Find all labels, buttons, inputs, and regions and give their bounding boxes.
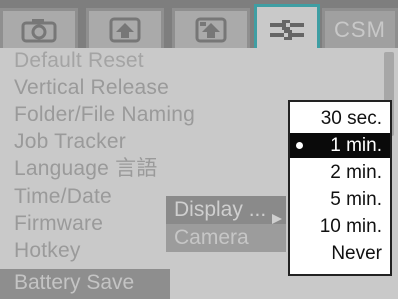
tab-csm[interactable]: CSM: [322, 8, 398, 48]
option-5-min[interactable]: 5 min.: [290, 187, 390, 212]
menu-item-battery-save[interactable]: Battery Save: [0, 269, 170, 299]
menu-item-firmware[interactable]: Firmware: [14, 211, 103, 236]
menu-item-default-reset[interactable]: Default Reset: [14, 48, 144, 73]
tab-playback[interactable]: [86, 8, 164, 48]
menu-item-battery-save-label: Battery Save: [14, 271, 135, 294]
submenu-item-display[interactable]: Display ...: [166, 196, 286, 224]
chevron-right-icon: [272, 214, 282, 224]
menu-tab-bar: CSM: [0, 0, 398, 50]
menu-item-job-tracker[interactable]: Job Tracker: [14, 129, 126, 154]
timeout-options-popup: 30 sec. 1 min. 2 min. 5 min. 10 min. Nev…: [288, 100, 392, 276]
submenu-item-display-label: Display: [174, 198, 243, 221]
wrench-icon: [266, 14, 308, 44]
option-30-sec[interactable]: 30 sec.: [290, 106, 390, 131]
camera-icon: [19, 16, 59, 44]
tab-setup[interactable]: [254, 4, 320, 50]
battery-save-submenu: Display ... Camera: [166, 196, 286, 252]
selected-bullet-icon: [296, 142, 303, 149]
option-2-min[interactable]: 2 min.: [290, 160, 390, 185]
tab-csm-label: CSM: [334, 16, 386, 42]
camera-setup-screen: CSM Default Reset Vertical Release Folde…: [0, 0, 398, 299]
playback-icon: [107, 15, 143, 45]
tab-camera[interactable]: [0, 8, 78, 48]
option-never[interactable]: Never: [290, 241, 390, 266]
submenu-more-indicator: ...: [248, 198, 267, 221]
submenu-item-camera[interactable]: Camera: [166, 224, 286, 252]
menu-item-vertical-release[interactable]: Vertical Release: [14, 75, 169, 100]
option-1-min[interactable]: 1 min.: [290, 133, 390, 158]
menu-item-time-date[interactable]: Time/Date: [14, 184, 112, 209]
menu-item-language[interactable]: Language 言語: [14, 156, 157, 181]
menu-item-folder-file-naming[interactable]: Folder/File Naming: [14, 102, 195, 127]
option-10-min[interactable]: 10 min.: [290, 214, 390, 239]
submenu-item-camera-label: Camera: [174, 226, 249, 249]
tab-playback-alt[interactable]: [172, 8, 250, 48]
playback-alt-icon: [193, 15, 229, 45]
option-1-min-label: 1 min.: [330, 135, 382, 156]
menu-item-hotkey[interactable]: Hotkey: [14, 238, 81, 263]
